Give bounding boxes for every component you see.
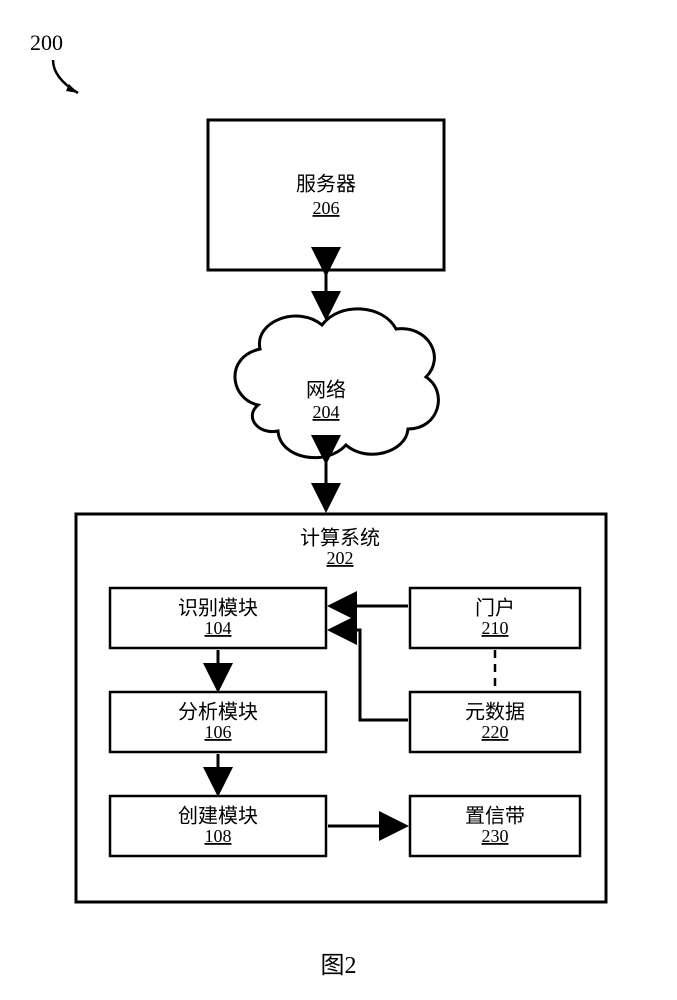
server-ref: 206 xyxy=(313,198,340,218)
server-label: 服务器 xyxy=(296,173,356,196)
identify-ref: 104 xyxy=(205,618,232,638)
network-label: 网络 xyxy=(306,379,346,402)
create-label: 创建模块 xyxy=(178,805,258,828)
create-module: 创建模块 108 xyxy=(110,796,326,856)
figure-caption: 图2 xyxy=(321,945,357,980)
confidence-block: 置信带 230 xyxy=(410,796,580,856)
computing-system-label: 计算系统 xyxy=(300,527,380,550)
computing-system-ref: 202 xyxy=(327,548,354,568)
network-cloud: 网络 204 xyxy=(235,309,438,458)
portal-label: 门户 xyxy=(475,597,515,620)
page-number: 200 xyxy=(30,30,63,56)
identify-label: 识别模块 xyxy=(178,597,258,620)
portal-ref: 210 xyxy=(482,618,509,638)
metadata-label: 元数据 xyxy=(465,701,525,724)
analyze-ref: 106 xyxy=(205,722,232,742)
analyze-module: 分析模块 106 xyxy=(110,692,326,752)
confidence-label: 置信带 xyxy=(465,805,525,828)
metadata-ref: 220 xyxy=(482,722,509,742)
diagram-canvas: 服务器 206 网络 204 计算系统 202 识别模块 104 分析模块 10… xyxy=(0,0,677,960)
confidence-ref: 230 xyxy=(482,826,509,846)
identify-module: 识别模块 104 xyxy=(110,588,326,648)
portal-block: 门户 210 xyxy=(410,588,580,648)
analyze-label: 分析模块 xyxy=(178,701,258,724)
server-block: 服务器 206 xyxy=(208,120,444,270)
metadata-block: 元数据 220 xyxy=(410,692,580,752)
network-ref: 204 xyxy=(313,402,340,422)
page-pointer-arrow xyxy=(48,58,88,98)
computing-system-block: 计算系统 202 识别模块 104 分析模块 106 创建模块 108 门户 2… xyxy=(76,514,606,902)
create-ref: 108 xyxy=(205,826,232,846)
